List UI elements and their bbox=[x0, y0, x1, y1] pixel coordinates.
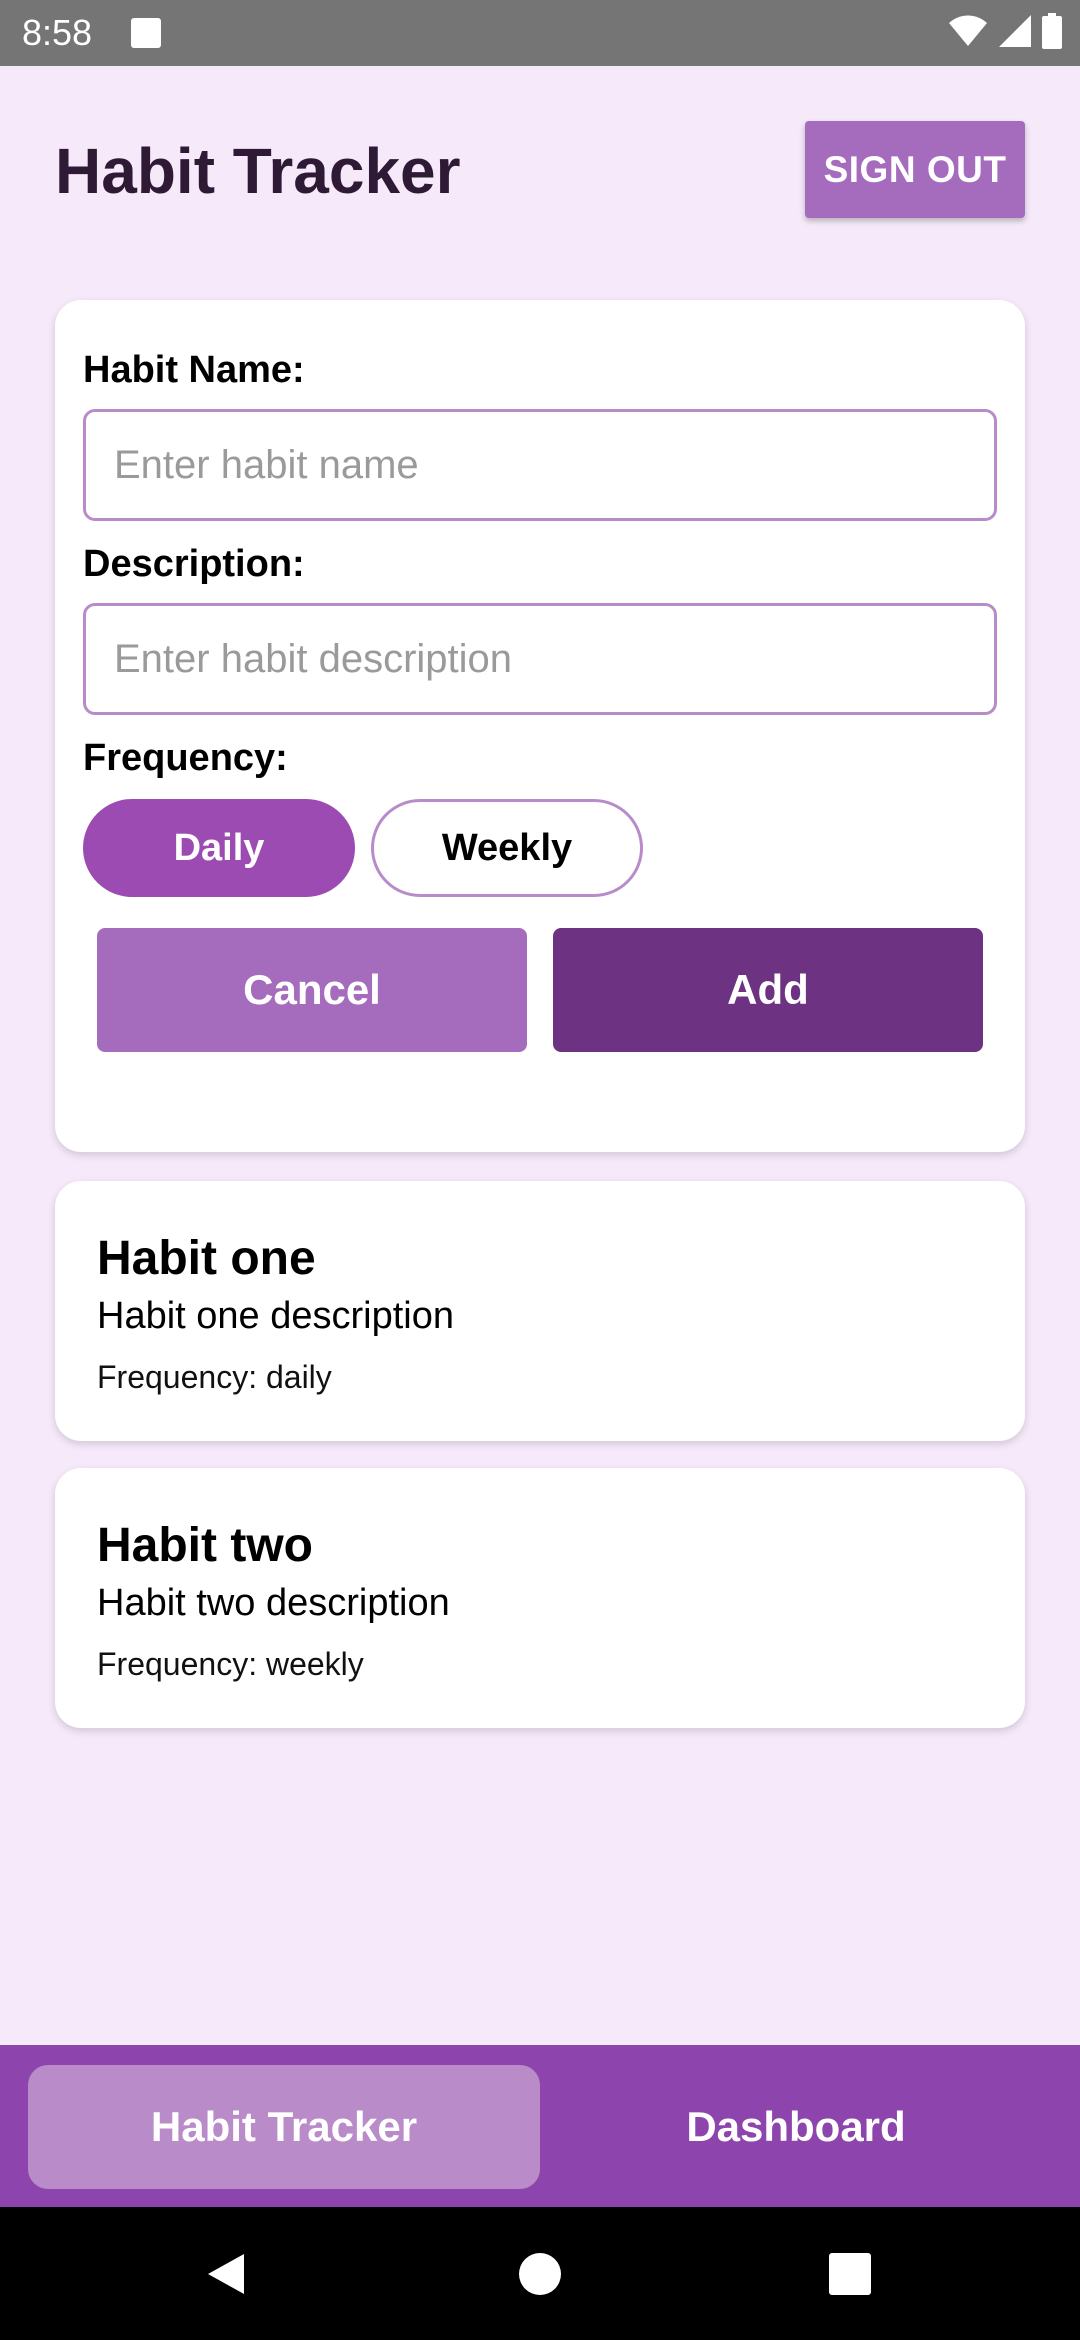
habit-name: Habit one bbox=[97, 1232, 316, 1285]
wifi-icon bbox=[948, 14, 988, 53]
tab-habit-tracker[interactable]: Habit Tracker bbox=[28, 2065, 540, 2189]
recents-icon[interactable] bbox=[828, 2252, 872, 2296]
habit-card[interactable]: Habit two Habit two description Frequenc… bbox=[55, 1468, 1025, 1728]
system-navigation-bar bbox=[0, 2207, 1080, 2340]
tab-dashboard[interactable]: Dashboard bbox=[540, 2065, 1052, 2189]
description-input[interactable] bbox=[83, 603, 997, 715]
habit-card[interactable]: Habit one Habit one description Frequenc… bbox=[55, 1181, 1025, 1441]
notification-square-icon bbox=[131, 18, 161, 48]
add-button[interactable]: Add bbox=[553, 928, 983, 1052]
habit-name: Habit two bbox=[97, 1519, 313, 1572]
sign-out-button[interactable]: SIGN OUT bbox=[805, 121, 1025, 218]
add-habit-form: Habit Name: Description: Frequency: Dail… bbox=[55, 300, 1025, 1152]
battery-icon bbox=[1042, 12, 1062, 54]
status-time: 8:58 bbox=[22, 12, 93, 53]
home-icon[interactable] bbox=[518, 2252, 562, 2296]
status-bar: 8:58 bbox=[0, 0, 1080, 66]
habit-description: Habit two description bbox=[97, 1582, 450, 1624]
habit-name-label: Habit Name: bbox=[83, 349, 305, 391]
cancel-button[interactable]: Cancel bbox=[97, 928, 527, 1052]
frequency-daily-option[interactable]: Daily bbox=[83, 799, 355, 897]
signal-icon bbox=[998, 14, 1032, 53]
status-icons bbox=[948, 12, 1062, 54]
habit-frequency: Frequency: daily bbox=[97, 1359, 332, 1395]
frequency-label: Frequency: bbox=[83, 737, 288, 779]
description-label: Description: bbox=[83, 543, 305, 585]
frequency-weekly-option[interactable]: Weekly bbox=[371, 799, 643, 897]
habit-description: Habit one description bbox=[97, 1295, 454, 1337]
page-title: Habit Tracker bbox=[55, 135, 461, 207]
back-icon[interactable] bbox=[204, 2252, 248, 2296]
habit-frequency: Frequency: weekly bbox=[97, 1646, 364, 1682]
bottom-navigation: Habit Tracker Dashboard bbox=[0, 2045, 1080, 2207]
habit-name-input[interactable] bbox=[83, 409, 997, 521]
